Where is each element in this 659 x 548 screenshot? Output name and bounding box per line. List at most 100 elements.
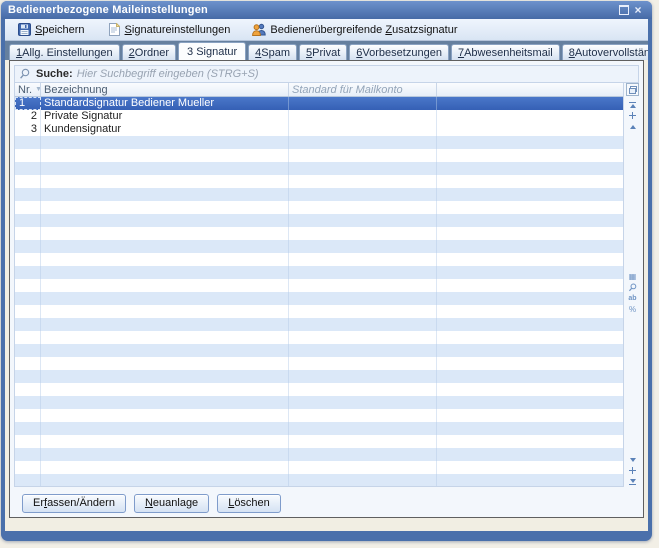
tab-1-allg-einstellungen[interactable]: 1 Allg. Einstellungen [9, 44, 120, 60]
cell-nr [15, 370, 41, 383]
neuanlage-button[interactable]: Neuanlage [134, 494, 209, 513]
empty-row[interactable] [15, 240, 623, 253]
empty-row[interactable] [15, 227, 623, 240]
scroll-up-button[interactable] [627, 121, 639, 132]
column-header-bezeichnung[interactable]: Bezeichnung [41, 83, 289, 96]
cell-nr [15, 396, 41, 409]
search-label: Suche: [36, 68, 73, 80]
search-bar: Suche: [14, 65, 639, 83]
empty-row[interactable] [15, 266, 623, 279]
cell-standard [289, 435, 437, 448]
column-header-empty[interactable] [437, 83, 623, 96]
cell-rest [437, 292, 623, 305]
empty-row[interactable] [15, 357, 623, 370]
percent-icon: % [629, 305, 636, 314]
tab-6-vorbesetzungen[interactable]: 6 Vorbesetzungen [349, 44, 449, 60]
cell-bezeichnung [41, 305, 289, 318]
empty-row[interactable] [15, 448, 623, 461]
cell-bezeichnung [41, 396, 289, 409]
cell-rest [437, 279, 623, 292]
toolbar-button-label: Speichern [35, 24, 85, 36]
search-input[interactable] [77, 67, 634, 81]
scroll-to-bottom-button[interactable] [627, 476, 639, 487]
cell-nr [15, 240, 41, 253]
cell-rest [437, 266, 623, 279]
empty-row[interactable] [15, 201, 623, 214]
empty-row[interactable] [15, 149, 623, 162]
cell-nr: 2 [15, 110, 41, 123]
empty-row[interactable] [15, 175, 623, 188]
empty-row[interactable] [15, 136, 623, 149]
grid-percent-button[interactable]: % [627, 304, 639, 315]
cell-standard [289, 357, 437, 370]
scroll-to-top-button[interactable] [627, 99, 639, 110]
empty-row[interactable] [15, 318, 623, 331]
cell-rest [437, 123, 623, 136]
cell-standard [289, 136, 437, 149]
cell-bezeichnung [41, 461, 289, 474]
cell-nr [15, 279, 41, 292]
grid-columns-button[interactable]: ▦ [627, 271, 639, 282]
empty-row[interactable] [15, 422, 623, 435]
cell-bezeichnung [41, 227, 289, 240]
grid-zoom-button[interactable] [627, 282, 639, 293]
empty-row[interactable] [15, 331, 623, 344]
empty-row[interactable] [15, 409, 623, 422]
scroll-page-up-button[interactable] [627, 110, 639, 121]
table-row[interactable]: 1 Standardsignatur Bediener Mueller [15, 97, 623, 110]
empty-row[interactable] [15, 305, 623, 318]
cell-standard [289, 422, 437, 435]
tab-3-signatur[interactable]: 3 Signatur [178, 42, 246, 60]
tab-strip: 1 Allg. Einstellungen 2 Ordner 3 Signatu… [5, 41, 648, 60]
löschen-button[interactable]: Löschen [217, 494, 281, 513]
empty-row[interactable] [15, 474, 623, 486]
restore-button[interactable] [617, 4, 631, 17]
empty-row[interactable] [15, 292, 623, 305]
cell-standard [289, 383, 437, 396]
cell-rest [437, 370, 623, 383]
signature-settings-button[interactable]: Signatureinstellungen [103, 21, 235, 39]
empty-row[interactable] [15, 396, 623, 409]
cell-rest [437, 435, 623, 448]
save-button[interactable]: Speichern [13, 21, 89, 39]
empty-row[interactable] [15, 188, 623, 201]
column-header-nr-[interactable]: Nr. [15, 83, 41, 96]
grid-body: 1 Standardsignatur Bediener Mueller 2 Pr… [15, 97, 623, 486]
column-header-standard-für-mailkonto[interactable]: Standard für Mailkonto [289, 83, 437, 96]
tab-2-ordner[interactable]: 2 Ordner [122, 44, 176, 60]
scroll-down-button[interactable] [627, 454, 639, 465]
cell-standard [289, 201, 437, 214]
table-row[interactable]: 2 Private Signatur [15, 110, 623, 123]
users-button[interactable]: Bedienerübergreifende Zusatzsignatur [248, 21, 461, 39]
empty-row[interactable] [15, 253, 623, 266]
empty-row[interactable] [15, 162, 623, 175]
cell-bezeichnung [41, 422, 289, 435]
grid-menu-button[interactable] [626, 83, 639, 96]
erfassen-ändern-button[interactable]: Erfassen/Ändern [22, 494, 126, 513]
table-row[interactable]: 3 Kundensignatur [15, 123, 623, 136]
tab-5-privat[interactable]: 5 Privat [299, 44, 347, 60]
cell-standard [289, 344, 437, 357]
tab-8-autovervollständigung[interactable]: 8 Autovervollständigung [562, 44, 648, 60]
empty-row[interactable] [15, 370, 623, 383]
cell-standard [289, 162, 437, 175]
toolbar-button-label: Bedienerübergreifende Zusatzsignatur [270, 24, 457, 36]
empty-row[interactable] [15, 383, 623, 396]
tab-4-spam[interactable]: 4 Spam [248, 44, 297, 60]
cell-rest [437, 149, 623, 162]
close-button[interactable]: × [631, 4, 645, 17]
empty-row[interactable] [15, 214, 623, 227]
cell-rest [437, 162, 623, 175]
empty-row[interactable] [15, 279, 623, 292]
users-icon [252, 23, 266, 37]
scroll-page-down-button[interactable] [627, 465, 639, 476]
tab-7-abwesenheitsmail[interactable]: 7 Abwesenheitsmail [451, 44, 560, 60]
empty-row[interactable] [15, 461, 623, 474]
empty-row[interactable] [15, 435, 623, 448]
window-body: Speichern Signatureinstellungen Bediener… [5, 19, 648, 531]
cell-standard [289, 370, 437, 383]
empty-row[interactable] [15, 344, 623, 357]
cell-bezeichnung [41, 409, 289, 422]
grid-fields-button[interactable]: ab [627, 293, 639, 304]
title-bar[interactable]: Bedienerbezogene Maileinstellungen × [1, 1, 652, 19]
